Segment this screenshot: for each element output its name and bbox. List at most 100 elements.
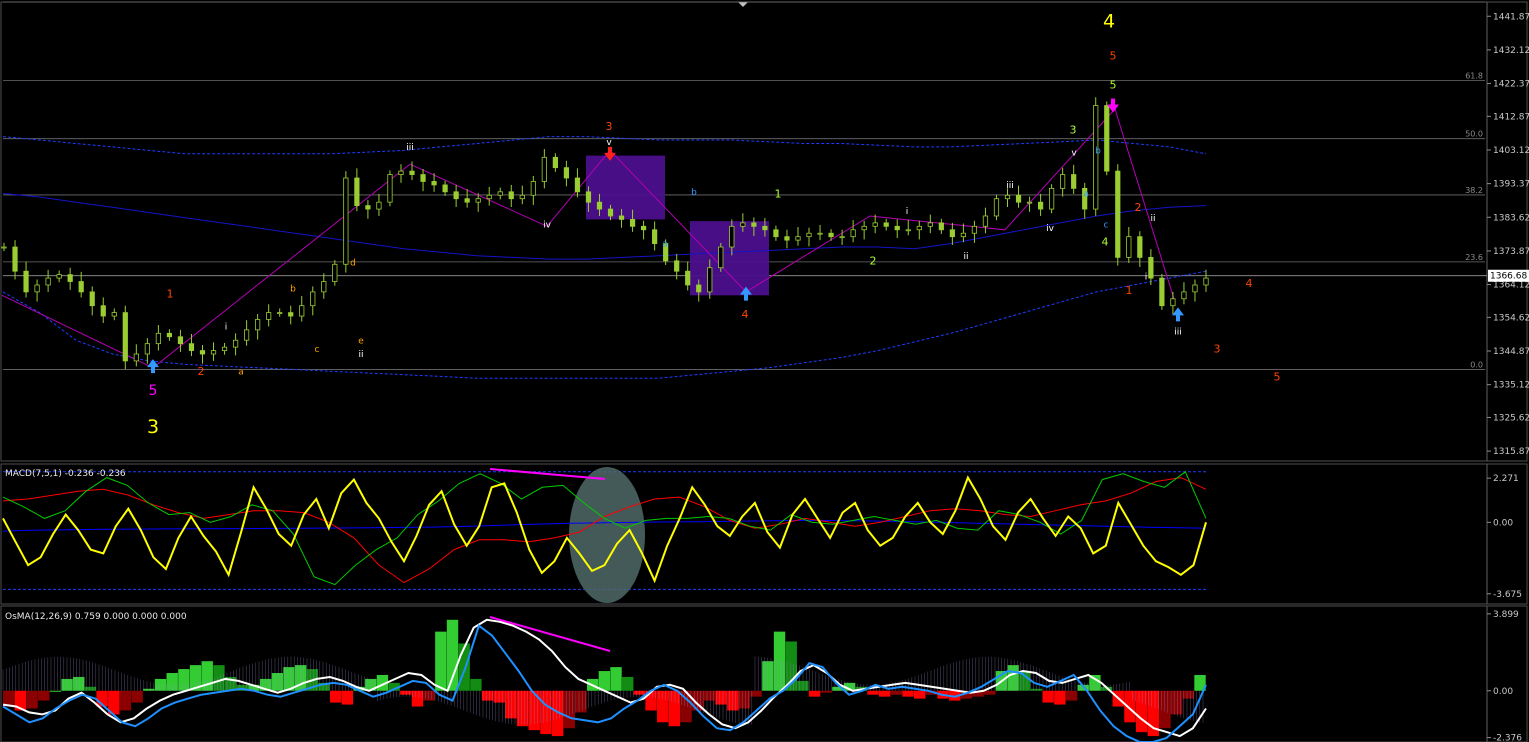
candle-body: [530, 181, 536, 196]
wave-label: i: [906, 207, 909, 217]
wave-label: a: [662, 240, 668, 250]
candle-body: [828, 232, 834, 238]
price-tick-label: 1403.12: [1493, 146, 1529, 156]
candle-body: [519, 194, 525, 200]
osma-histogram-bar: [166, 673, 178, 691]
candle-body: [674, 260, 680, 272]
candle-body: [1104, 105, 1110, 172]
candle-body: [1026, 201, 1033, 204]
candle-body: [1093, 105, 1099, 210]
osma-histogram-bar: [633, 690, 646, 695]
price-tick-label: 1412.87: [1493, 112, 1529, 122]
candle-body: [45, 277, 51, 286]
candle-body: [784, 236, 790, 241]
candle-body: [1, 246, 7, 249]
osma-histogram-bar: [575, 690, 587, 713]
candle-body: [640, 225, 647, 231]
wave-label: 2: [870, 255, 877, 268]
candle-body: [144, 343, 150, 355]
candle-body: [453, 191, 459, 200]
candle-body: [916, 225, 922, 231]
wave-label: 2: [1135, 201, 1142, 214]
candle-body: [442, 184, 448, 193]
candle-body: [376, 201, 382, 210]
candle-body: [232, 339, 239, 348]
osma-histogram-bar: [1159, 690, 1171, 729]
osma-histogram-bar: [1065, 690, 1078, 701]
osma-histogram-bar: [878, 690, 891, 697]
candle-body: [795, 236, 801, 241]
wave-label: iii: [1174, 328, 1182, 338]
candle-body: [321, 281, 327, 293]
current-price-label: 1366.68: [1490, 272, 1527, 282]
wave-label: e: [358, 336, 364, 346]
wave-label: 4: [1103, 11, 1115, 33]
macd-tick-label: -3.675: [1493, 590, 1522, 600]
candle-body: [354, 177, 360, 207]
wave-label: 1: [1126, 284, 1133, 297]
candle-body: [872, 222, 878, 227]
candle-body: [387, 174, 393, 203]
osma-histogram-bar: [213, 665, 225, 691]
macd-title: MACD(7,5,1) -0.236 -0.236: [5, 469, 126, 479]
wave-label: 2: [198, 365, 205, 378]
candle-body: [707, 267, 713, 293]
candle-body: [971, 225, 978, 234]
candle-body: [475, 198, 481, 203]
price-tick-label: 1393.37: [1493, 180, 1529, 190]
candle-body: [78, 281, 84, 293]
candle-body: [773, 229, 779, 238]
price-tick-label: 1441.87: [1493, 12, 1529, 22]
osma-histogram-bar: [470, 678, 482, 691]
candle-body: [210, 350, 217, 355]
wave-label: iv: [543, 221, 552, 231]
osma-histogram-bar: [84, 686, 97, 691]
price-tick-label: 1325.62: [1493, 413, 1529, 423]
wave-label: v: [606, 138, 612, 148]
wave-label: 3: [1214, 343, 1221, 356]
candle-body: [585, 191, 592, 203]
candle-body: [817, 232, 823, 235]
fib-level-label: 78.6: [1465, 0, 1483, 2]
osma-histogram-bar: [26, 690, 38, 709]
osma-tick-label: -2.376: [1493, 734, 1522, 742]
osma-histogram-bar: [902, 690, 914, 697]
candle-body: [365, 205, 371, 210]
osma-histogram-bar: [481, 690, 494, 701]
candle-body: [431, 181, 437, 186]
price-tick-label: 1315.87: [1493, 447, 1529, 457]
candle-body: [618, 215, 625, 220]
wave-label: a: [238, 367, 244, 377]
wave-label: 4: [1102, 236, 1109, 249]
osma-tick-label: 0.00: [1493, 687, 1513, 697]
candle-body: [111, 312, 117, 317]
fib-level-label: 23.6: [1465, 253, 1483, 262]
candle-body: [508, 191, 514, 200]
candle-body: [905, 229, 911, 232]
candle-body: [288, 312, 294, 317]
candle-body: [155, 332, 161, 345]
price-tick-label: 1432.12: [1493, 46, 1529, 56]
candle-body: [277, 312, 283, 315]
candle-body: [729, 225, 735, 248]
price-tick-label: 1354.62: [1493, 313, 1529, 323]
candle-body: [67, 274, 73, 282]
candle-body: [883, 222, 889, 227]
candle-body: [310, 291, 316, 307]
candle-body: [740, 222, 746, 227]
osma-histogram-bar: [38, 690, 50, 701]
candle-body: [244, 329, 250, 341]
osma-histogram-bar: [1124, 690, 1136, 723]
candle-body: [177, 336, 184, 345]
candle-body: [629, 219, 636, 227]
wave-label: b: [290, 285, 296, 295]
macd-tick-label: 2.271: [1493, 474, 1519, 484]
candle-body: [718, 246, 724, 269]
osma-histogram-bar: [750, 690, 762, 697]
osma-histogram-bar: [984, 690, 996, 695]
osma-histogram-bar: [1042, 690, 1054, 703]
osma-histogram-bar: [119, 690, 132, 711]
wave-label: b: [691, 188, 697, 198]
candle-body: [762, 225, 768, 231]
wave-label: iii: [406, 143, 414, 153]
